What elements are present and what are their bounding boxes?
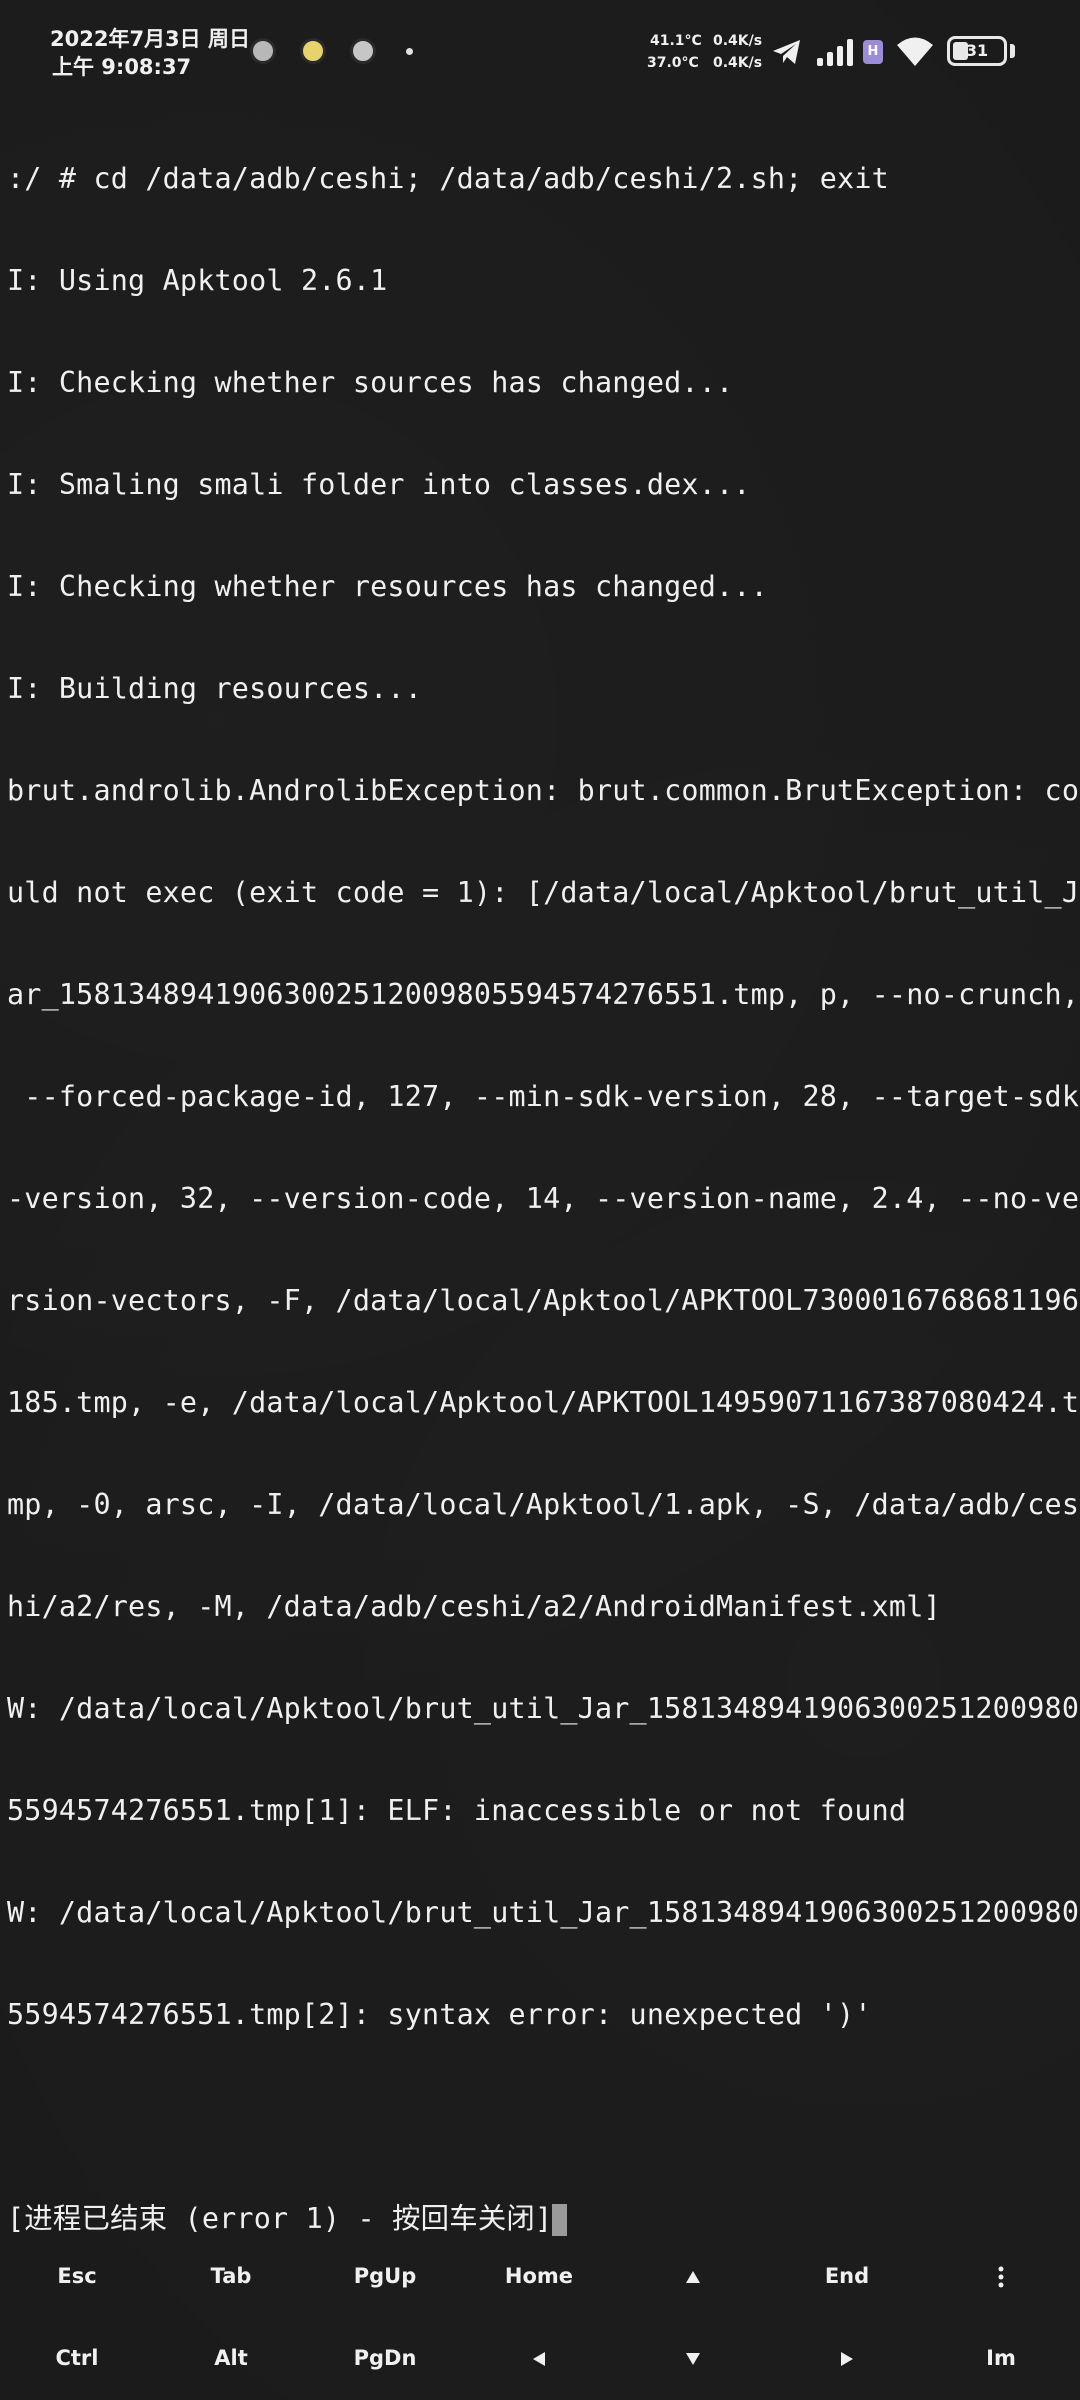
terminal-line: hi/a2/res, -M, /data/adb/ceshi/a2/Androi…: [7, 1590, 941, 1623]
status-date: 2022年7月3日 周日: [50, 27, 250, 51]
more-notifications-dot-icon: [406, 48, 413, 55]
down-arrow-key[interactable]: [616, 2328, 770, 2388]
more-options-key[interactable]: [924, 2246, 1078, 2306]
terminal-line: mp, -0, arsc, -I, /data/local/Apktool/1.…: [7, 1488, 1080, 1521]
terminal-line: I: Using Apktool 2.6.1: [7, 264, 388, 297]
battery-level: 31: [965, 41, 989, 60]
wifi-icon: [897, 37, 933, 66]
battery-icon: 31: [947, 36, 1007, 66]
terminal-cursor: [552, 2204, 568, 2236]
input-method-key[interactable]: Im: [924, 2328, 1078, 2388]
terminal-line: 5594574276551.tmp[2]: syntax error: unex…: [7, 1998, 872, 2031]
terminal-line: :/ # cd /data/adb/ceshi; /data/adb/ceshi…: [7, 162, 889, 195]
terminal-line: brut.androlib.AndrolibException: brut.co…: [7, 774, 1080, 807]
more-vertical-icon: [998, 2266, 1004, 2288]
esc-key[interactable]: Esc: [0, 2246, 154, 2306]
extra-keys-bar: Esc Tab PgUp Home End Ctrl Alt PgDn Im: [0, 2240, 1080, 2400]
terminal-line: --forced-package-id, 127, --min-sdk-vers…: [7, 1080, 1080, 1113]
left-arrow-icon: [533, 2352, 545, 2366]
notification-app-icon: [250, 38, 276, 64]
status-bar: 2022年7月3日 周日 上午 9:08:37 41.1°C 37.0°C 0.…: [0, 0, 1080, 95]
terminal-line: 185.tmp, -e, /data/local/Apktool/APKTOOL…: [7, 1386, 1080, 1419]
process-exit-message: [进程已结束 (error 1) - 按回车关闭]: [7, 2202, 553, 2235]
network-speed-down: 0.4K/s: [713, 55, 763, 71]
terminal-line: W: /data/local/Apktool/brut_util_Jar_158…: [7, 1896, 1080, 1929]
terminal-line: uld not exec (exit code = 1): [/data/loc…: [7, 876, 1080, 909]
terminal-output[interactable]: :/ # cd /data/adb/ceshi; /data/adb/ceshi…: [7, 94, 1080, 2270]
up-arrow-key[interactable]: [616, 2246, 770, 2306]
battery-temperature: 37.0°C: [647, 55, 699, 71]
terminal-line: W: /data/local/Apktool/brut_util_Jar_158…: [7, 1692, 1080, 1725]
left-arrow-key[interactable]: [462, 2328, 616, 2388]
up-arrow-icon: [686, 2271, 700, 2283]
home-key[interactable]: Home: [462, 2246, 616, 2306]
telegram-icon: [773, 40, 800, 64]
terminal-line: 5594574276551.tmp[1]: ELF: inaccessible …: [7, 1794, 907, 1827]
ctrl-key[interactable]: Ctrl: [0, 2328, 154, 2388]
terminal-line: ar_1581348941906300251200980559457427655…: [7, 978, 1080, 1011]
terminal-line: rsion-vectors, -F, /data/local/Apktool/A…: [7, 1284, 1080, 1317]
right-arrow-icon: [841, 2352, 853, 2366]
alt-key[interactable]: Alt: [154, 2328, 308, 2388]
terminal-line: I: Building resources...: [7, 672, 423, 705]
pgup-key[interactable]: PgUp: [308, 2246, 462, 2306]
network-speed-up: 0.4K/s: [713, 33, 763, 49]
right-arrow-key[interactable]: [770, 2328, 924, 2388]
terminal-line: I: Checking whether resources has change…: [7, 570, 768, 603]
cell-signal-icon: [817, 39, 853, 66]
end-key[interactable]: End: [770, 2246, 924, 2306]
status-time: 上午 9:08:37: [52, 55, 192, 79]
notification-app-icon: [350, 38, 376, 64]
process-exit-line: [进程已结束 (error 1) - 按回车关闭]: [7, 2202, 1073, 2236]
notification-app-icon: [300, 38, 326, 64]
down-arrow-icon: [686, 2353, 700, 2365]
battery-tip: [1010, 44, 1015, 58]
hd-voice-icon: H: [863, 40, 883, 64]
tab-key[interactable]: Tab: [154, 2246, 308, 2306]
terminal-line: I: Smaling smali folder into classes.dex…: [7, 468, 751, 501]
cpu-temperature: 41.1°C: [650, 33, 702, 49]
terminal-line: -version, 32, --version-code, 14, --vers…: [7, 1182, 1080, 1215]
pgdn-key[interactable]: PgDn: [308, 2328, 462, 2388]
terminal-line: I: Checking whether sources has changed.…: [7, 366, 734, 399]
